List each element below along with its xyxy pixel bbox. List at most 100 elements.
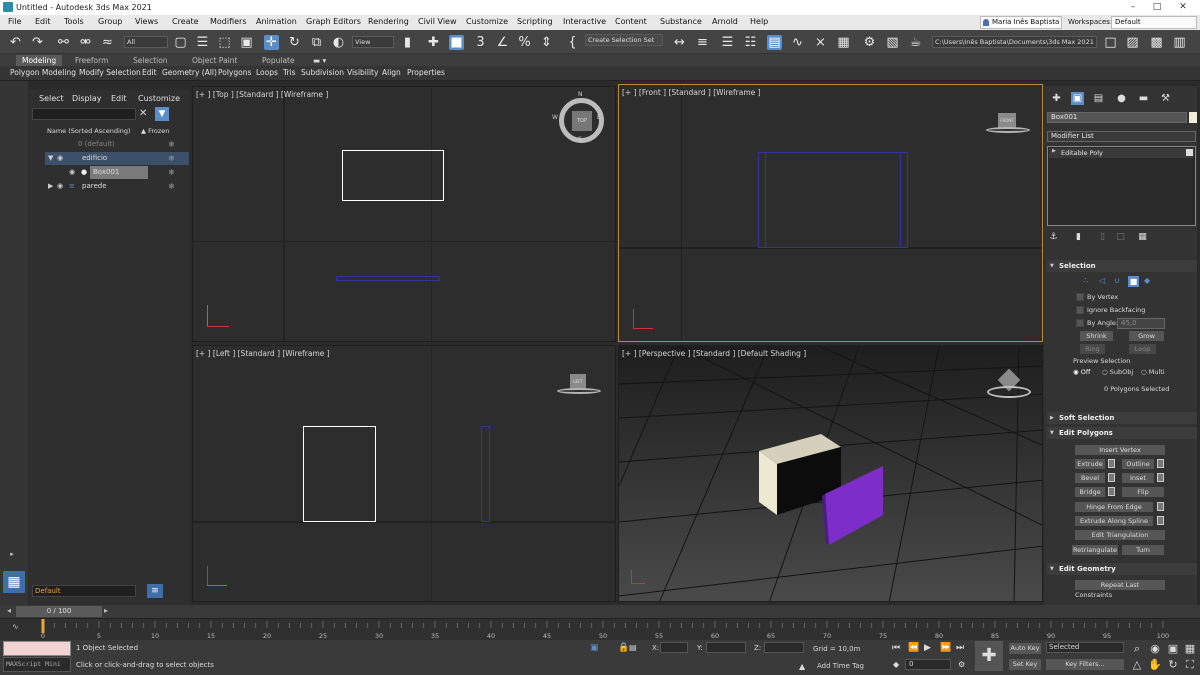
viewport-label[interactable]: [+ ] [Left ] [Standard ] [Wireframe ] (196, 349, 330, 358)
hinge-from-edge-button[interactable]: Hinge From Edge (1075, 502, 1153, 512)
menu-tools[interactable]: Tools (64, 17, 84, 26)
viewcube-compass[interactable]: TOP N S W E (552, 91, 604, 143)
select-by-name-icon[interactable]: ☰ (195, 35, 210, 50)
menu-edit[interactable]: Edit (35, 17, 51, 26)
column-name[interactable]: Name (Sorted Ascending) (47, 127, 131, 135)
freeze-icon[interactable]: ❄ (168, 152, 175, 165)
modifier-list-select[interactable]: Modifier List (1047, 131, 1196, 142)
percent-snap-icon[interactable]: % (517, 35, 532, 50)
user-account[interactable]: Maria Inês Baptista (980, 16, 1062, 29)
prev-frame-icon[interactable]: ⏪ (908, 643, 919, 653)
selection-lock-icon[interactable]: 🔒 (618, 643, 629, 653)
box001-wireframe[interactable] (765, 152, 901, 248)
maxscript-listener[interactable] (3, 641, 71, 656)
ignore-backfacing-checkbox[interactable] (1076, 306, 1084, 314)
motion-tab-icon[interactable]: ● (1115, 92, 1128, 105)
border-mode-icon[interactable]: ∪ (1114, 276, 1120, 285)
selection-filter-select[interactable]: All (124, 36, 168, 48)
current-frame-field[interactable]: 0 (905, 659, 951, 670)
create-tab-icon[interactable]: ✚ (1050, 92, 1063, 105)
show-end-result-icon[interactable]: ▮ (1072, 231, 1085, 244)
edge-mode-icon[interactable]: ◁ (1099, 276, 1105, 285)
inset-button[interactable]: Inset (1122, 473, 1154, 483)
column-frozen[interactable]: ▲ Frozen (141, 127, 169, 135)
window-crossing-icon[interactable]: ▣ (239, 35, 254, 50)
rollout-selection[interactable]: Selection (1047, 260, 1197, 272)
viewcube-ring[interactable] (557, 388, 601, 394)
key-mode-select[interactable]: Selected (1046, 642, 1124, 653)
filter-icon[interactable]: ▼ (155, 107, 169, 121)
rollout-edit-geometry[interactable]: Edit Geometry (1047, 563, 1197, 575)
render-production-icon[interactable]: ☕ (908, 35, 923, 50)
undo-icon[interactable]: ↶ (8, 35, 23, 50)
time-prev-icon[interactable]: ◂ (7, 606, 11, 615)
freeze-icon[interactable]: ❄ (168, 180, 175, 193)
time-next-icon[interactable]: ▸ (104, 606, 108, 615)
spinner-snap-icon[interactable]: ⇕ (539, 35, 554, 50)
ribbon-geometry-all[interactable]: Geometry (All) (162, 68, 217, 77)
zoom-extents-icon[interactable]: ▣ (1166, 642, 1180, 655)
mirror-icon[interactable]: ↔ (672, 35, 687, 50)
tab-object-paint[interactable]: Object Paint (192, 55, 237, 66)
ribbon-align[interactable]: Align (382, 68, 401, 77)
by-vertex-checkbox[interactable] (1076, 293, 1084, 301)
stack-expand-icon[interactable]: ▶ (1052, 148, 1056, 154)
hierarchy-tab-icon[interactable]: ▤ (1092, 92, 1105, 105)
viewcube[interactable]: LEFT (557, 370, 601, 398)
layer-manager-icon[interactable]: ≡ (147, 584, 163, 598)
toggle-layer-explorer-icon[interactable]: ☷ (743, 35, 758, 50)
angle-snap-icon[interactable]: ∠ (495, 35, 510, 50)
viewcube-ring[interactable] (987, 386, 1031, 398)
menu-views[interactable]: Views (135, 17, 158, 26)
field-of-view-icon[interactable]: △ (1130, 658, 1144, 671)
reference-coord-select[interactable]: View (352, 36, 394, 48)
unlink-icon[interactable]: ⚮ (78, 35, 93, 50)
menu-help[interactable]: Help (750, 17, 768, 26)
layer-select[interactable]: Default (32, 585, 136, 597)
loop-button[interactable]: Loop (1129, 344, 1156, 354)
expand-arrow-icon[interactable]: ▶ (48, 180, 53, 193)
angle-input[interactable]: 45,0 (1117, 318, 1165, 329)
viewport-label[interactable]: [+ ] [Perspective ] [Standard ] [Default… (622, 349, 806, 358)
display-tab-icon[interactable]: ▬ (1137, 92, 1150, 105)
save-project-icon[interactable]: ▨ (1125, 35, 1140, 50)
element-mode-icon[interactable]: ◆ (1144, 276, 1150, 285)
link-icon[interactable]: ⚯ (56, 35, 71, 50)
menu-scripting[interactable]: Scripting (517, 17, 553, 26)
menu-interactive[interactable]: Interactive (563, 17, 606, 26)
zoom-all-icon[interactable]: ◉ (1148, 642, 1162, 655)
parede-wireframe[interactable] (481, 426, 490, 522)
preview-subobj-radio[interactable]: ○ SubObj (1102, 368, 1133, 376)
freeze-icon[interactable]: ❄ (168, 138, 175, 151)
auto-key-button[interactable]: Auto Key (1009, 643, 1041, 654)
viewport-label[interactable]: [+ ] [Top ] [Standard ] [Wireframe ] (196, 90, 328, 99)
visibility-eye-icon[interactable]: ◉ (69, 166, 75, 179)
explorer-menu-edit[interactable]: Edit (111, 94, 127, 103)
play-icon[interactable]: ▶ (924, 643, 931, 653)
ribbon-subdivision[interactable]: Subdivision (301, 68, 344, 77)
list-item[interactable]: ▶ ◉ ≡ parede ❄ (45, 180, 189, 193)
ribbon-visibility[interactable]: Visibility (347, 68, 378, 77)
viewcube-face[interactable]: LEFT (570, 374, 586, 389)
object-name-field[interactable]: Box001 (1047, 112, 1187, 123)
goto-end-icon[interactable]: ⏭ (956, 643, 964, 653)
key-mode-icon[interactable]: ◆ (893, 660, 899, 669)
stack-item-editable-poly[interactable]: Editable Poly (1049, 148, 1194, 158)
utilities-tab-icon[interactable]: ⚒ (1159, 92, 1172, 105)
rect-selection-icon[interactable]: ⬚ (217, 35, 232, 50)
curve-editor-mini-icon[interactable]: ∿ (12, 622, 19, 631)
material-editor-icon[interactable]: ▦ (836, 35, 851, 50)
align-icon[interactable]: ≡ (695, 35, 710, 50)
viewport-left[interactable]: [+ ] [Left ] [Standard ] [Wireframe ] LE… (192, 345, 616, 602)
configure-sets-icon[interactable]: ▦ (1136, 231, 1149, 244)
rollout-edit-polygons[interactable]: Edit Polygons (1047, 427, 1197, 439)
close-button[interactable]: ✕ (1176, 1, 1190, 13)
keyboard-shortcut-icon[interactable]: ■ (449, 35, 464, 50)
collapse-arrow-icon[interactable]: ▼ (48, 152, 53, 165)
repeat-last-button[interactable]: Repeat Last (1075, 580, 1165, 590)
menu-create[interactable]: Create (172, 17, 199, 26)
maximize-viewport-icon[interactable]: ⛶ (1183, 658, 1197, 672)
pivot-center-icon[interactable]: ▮ (400, 35, 415, 50)
outline-settings-icon[interactable] (1157, 459, 1164, 468)
z-coordinate-field[interactable] (764, 642, 804, 653)
